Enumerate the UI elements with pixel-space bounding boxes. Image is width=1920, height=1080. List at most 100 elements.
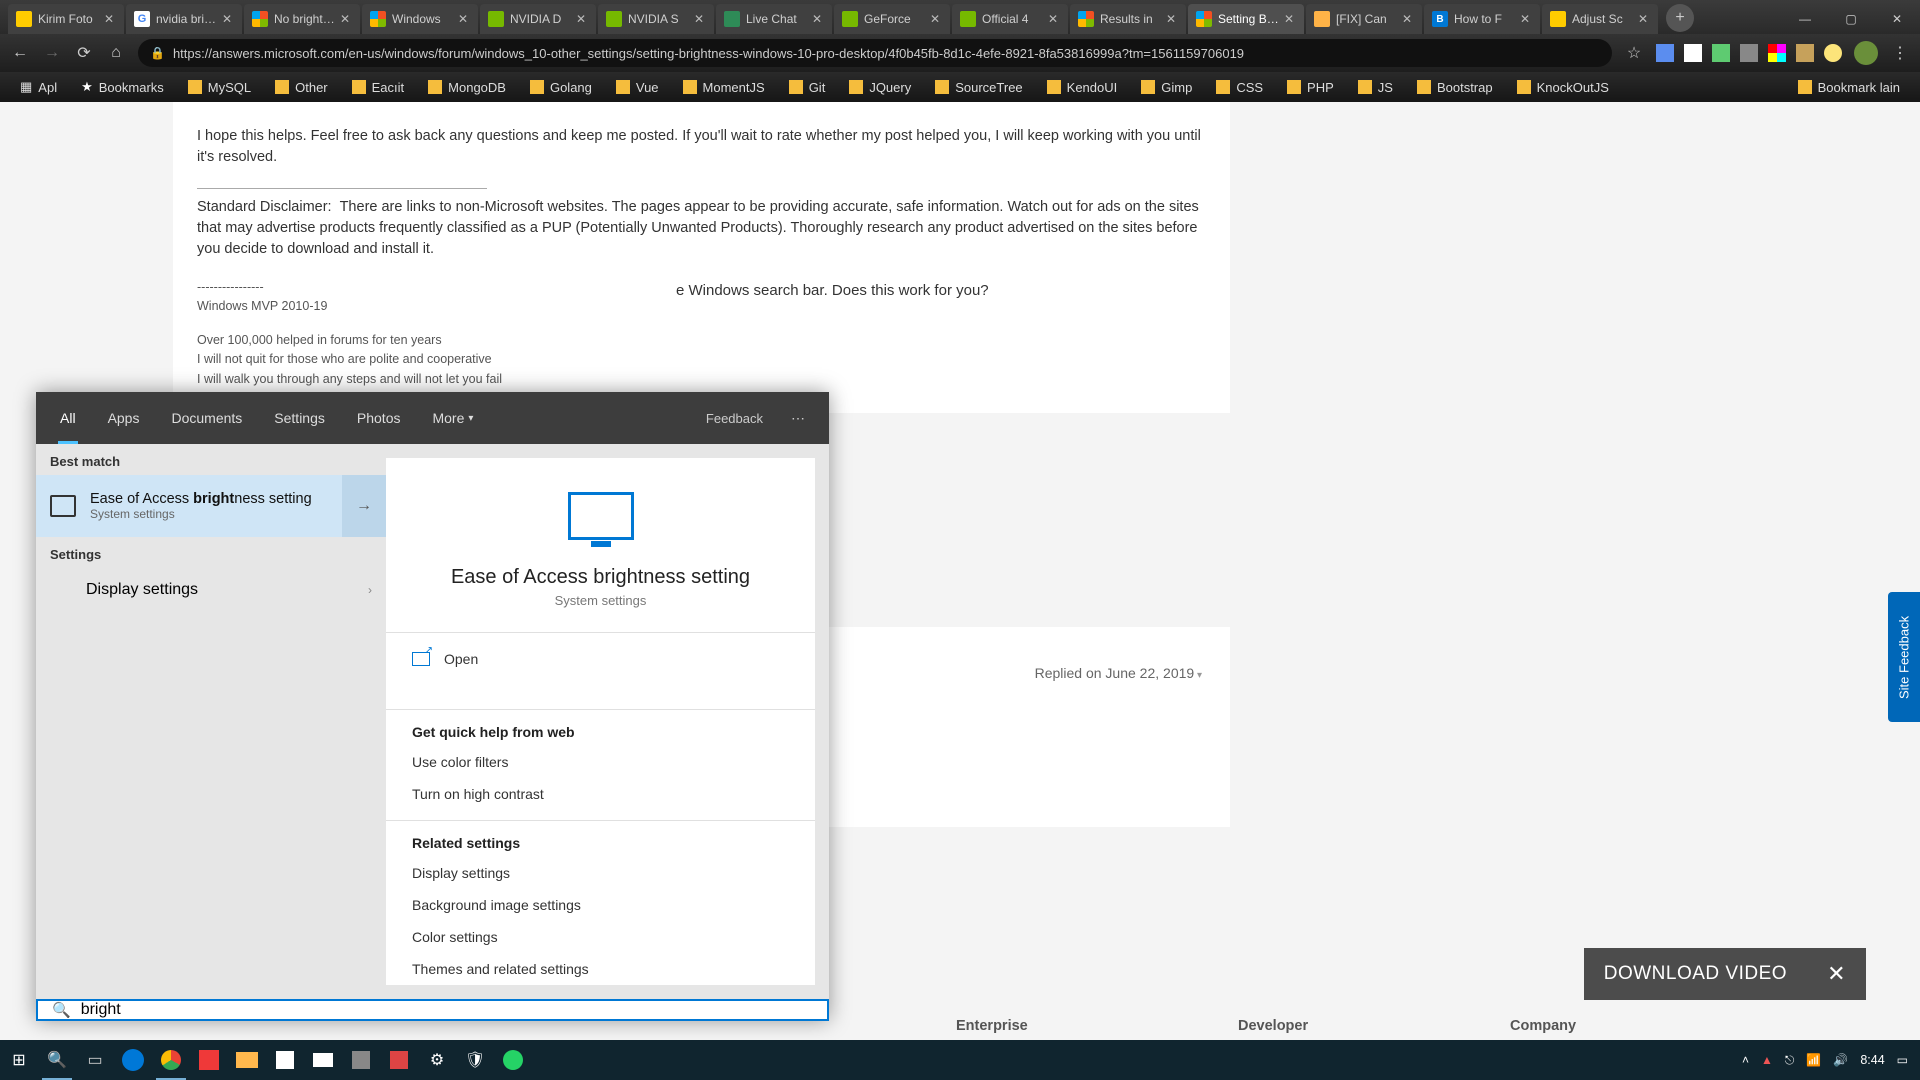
taskbar-search-button[interactable]: 🔍 [38,1040,76,1080]
browser-tab[interactable]: Gnvidia bri…✕ [126,4,242,34]
browser-tab[interactable]: BHow to F✕ [1424,4,1540,34]
bookmark-item[interactable]: KendoUI [1037,80,1128,95]
close-button[interactable]: ✕ [1874,4,1920,34]
start-button[interactable]: ⊞ [0,1040,38,1080]
ext-icon[interactable] [1796,44,1814,62]
download-video-label[interactable]: DOWNLOAD VIDEO [1604,963,1787,985]
minimize-button[interactable]: — [1782,4,1828,34]
related-link[interactable]: Display settings [386,857,815,889]
bookmark-item[interactable]: Eacıit [342,80,415,95]
close-icon[interactable]: ✕ [1827,961,1846,987]
close-icon[interactable]: ✕ [456,12,470,26]
search-scope-tab[interactable]: Settings [258,392,341,444]
open-arrow[interactable]: → [342,475,386,537]
apps-button[interactable]: ▦Apl [10,79,67,95]
bookmark-item[interactable]: MySQL [178,80,261,95]
ext-icon[interactable] [1768,44,1786,62]
close-icon[interactable]: ✕ [1518,12,1532,26]
search-scope-tab[interactable]: Apps [92,392,156,444]
search-scope-tab[interactable]: All [44,392,92,444]
search-feedback-link[interactable]: Feedback [692,411,777,426]
related-link[interactable]: Color settings [386,921,815,953]
browser-tab[interactable]: Results in✕ [1070,4,1186,34]
close-icon[interactable]: ✕ [692,12,706,26]
browser-tab[interactable]: No bright…✕ [244,4,360,34]
bookmark-item[interactable]: Gimp [1131,80,1202,95]
search-input[interactable] [81,1001,813,1019]
url-bar[interactable]: 🔒 https://answers.microsoft.com/en-us/wi… [138,39,1612,67]
related-link[interactable]: Background image settings [386,889,815,921]
footer-col[interactable]: Developer [1238,1018,1308,1034]
ext-icon[interactable] [1740,44,1758,62]
taskbar-app[interactable] [190,1040,228,1080]
close-icon[interactable]: ✕ [1636,12,1650,26]
browser-tab[interactable]: Official 4✕ [952,4,1068,34]
forward-button[interactable]: → [42,43,62,63]
bookmark-item[interactable]: SourceTree [925,80,1032,95]
browser-tab[interactable]: [FIX] Can✕ [1306,4,1422,34]
ext-icon[interactable] [1684,44,1702,62]
search-scope-tab[interactable]: More [416,392,489,444]
browser-tab[interactable]: NVIDIA D✕ [480,4,596,34]
result-display-settings[interactable]: Display settings › [36,568,386,612]
bookmark-item[interactable]: MongoDB [418,80,516,95]
taskbar-settings[interactable]: ⚙ [418,1040,456,1080]
volume-icon[interactable]: 🔊 [1833,1053,1848,1067]
bookmark-item[interactable]: PHP [1277,80,1344,95]
close-icon[interactable]: ✕ [102,12,116,26]
browser-tab[interactable]: Setting B…✕ [1188,4,1304,34]
back-button[interactable]: ← [10,43,30,63]
footer-col[interactable]: Company [1510,1018,1576,1034]
close-icon[interactable]: ✕ [1046,12,1060,26]
bookmark-item[interactable]: Golang [520,80,602,95]
close-icon[interactable]: ✕ [1282,12,1296,26]
new-tab-button[interactable]: + [1666,4,1694,32]
result-ease-of-access-brightness[interactable]: Ease of Access brightness setting System… [36,475,386,537]
close-icon[interactable]: ✕ [928,12,942,26]
bookmark-item[interactable]: KnockOutJS [1507,80,1619,95]
taskbar-app[interactable] [304,1040,342,1080]
profile-avatar[interactable] [1854,41,1878,65]
browser-tab[interactable]: Live Chat✕ [716,4,832,34]
bookmark-item[interactable]: Git [779,80,836,95]
close-icon[interactable]: ✕ [574,12,588,26]
site-feedback-tab[interactable]: Site Feedback [1888,592,1920,722]
taskbar-app[interactable] [494,1040,532,1080]
taskbar-security[interactable]: 🛡 [456,1040,494,1080]
browser-tab[interactable]: Adjust Sc✕ [1542,4,1658,34]
close-icon[interactable]: ✕ [338,12,352,26]
clock[interactable]: 8:44 [1860,1053,1884,1067]
bookmark-item[interactable]: CSS [1206,80,1273,95]
star-icon[interactable]: ☆ [1624,43,1644,63]
taskbar-app[interactable] [266,1040,304,1080]
tray-icon[interactable]: ▲ [1761,1053,1773,1067]
maximize-button[interactable]: ▢ [1828,4,1874,34]
close-icon[interactable]: ✕ [810,12,824,26]
ext-icon[interactable] [1712,44,1730,62]
reply-date[interactable]: Replied on June 22, 2019 [1035,665,1202,681]
tray-chevron-icon[interactable]: ˄ [1742,1053,1749,1067]
ext-icon[interactable] [1824,44,1842,62]
open-action[interactable]: Open [386,633,815,685]
taskbar-app[interactable] [152,1040,190,1080]
taskbar-app[interactable] [114,1040,152,1080]
home-button[interactable]: ⌂ [106,43,126,63]
bookmark-other[interactable]: Bookmark lain [1788,80,1910,95]
taskbar-app[interactable] [342,1040,380,1080]
ext-icon[interactable] [1656,44,1674,62]
reload-button[interactable]: ⟳ [74,43,94,63]
tray-icon[interactable]: ⎋ [1785,1053,1795,1068]
browser-tab[interactable]: NVIDIA S✕ [598,4,714,34]
notifications-icon[interactable]: ▭ [1897,1053,1908,1067]
browser-tab[interactable]: Windows✕ [362,4,478,34]
bookmark-item[interactable]: JS [1348,80,1403,95]
close-icon[interactable]: ✕ [1164,12,1178,26]
wifi-icon[interactable]: 📶 [1806,1053,1821,1067]
task-view-button[interactable]: ▭ [76,1040,114,1080]
help-link[interactable]: Turn on high contrast [386,778,815,810]
bookmark-item[interactable]: Other [265,80,338,95]
search-more-icon[interactable]: ⋯ [777,410,821,427]
taskbar-app[interactable] [228,1040,266,1080]
taskbar-app[interactable] [380,1040,418,1080]
bookmark-item[interactable]: JQuery [839,80,921,95]
